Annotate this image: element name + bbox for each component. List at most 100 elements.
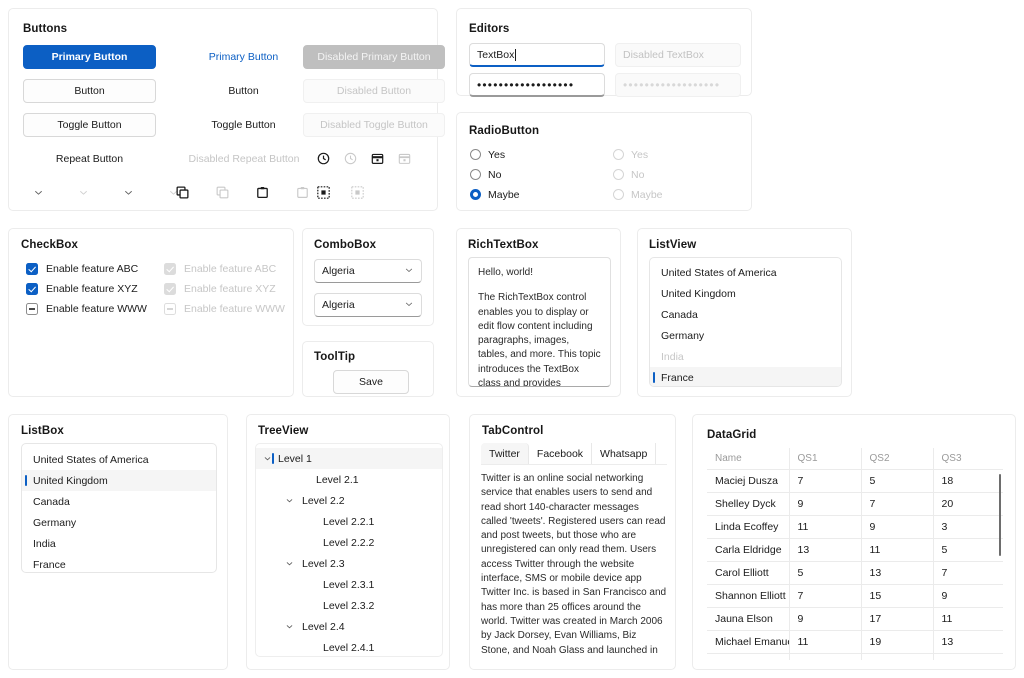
standard-flat-button[interactable]: Button [177,79,310,103]
list-item[interactable]: United States of America [650,262,841,283]
tab-whatsapp[interactable]: Whatsapp [592,443,656,464]
radio-option-no[interactable]: No [470,165,610,184]
list-item-selected[interactable]: France [650,367,841,387]
table-row[interactable]: Maciej Dusza 7 5 18 [707,470,1003,493]
password-input[interactable]: •••••••••••••••••• [469,73,605,97]
paste-icon[interactable] [251,181,273,203]
richtextbox-card: RichTextBox Hello, world! The RichTextBo… [456,228,621,397]
checkbox-abc[interactable]: Enable feature ABC [26,259,147,279]
repeat-button[interactable]: Repeat Button [23,147,156,171]
primary-accent-button[interactable]: Primary Button [177,45,310,69]
listview-surface[interactable]: United States of America United Kingdom … [649,257,842,387]
radio-option-yes[interactable]: Yes [470,145,610,164]
tab-panel-content: Twitter is an online social networking s… [481,472,667,658]
chevron-down-icon [72,181,94,203]
tab-strip: Twitter Facebook Whatsapp [481,443,667,465]
combobox-second[interactable]: Algeria [314,293,422,317]
column-header-qs1[interactable]: QS1 [789,448,861,470]
standard-button[interactable]: Button [23,79,156,103]
listbox-surface[interactable]: United States of America United Kingdom … [21,443,217,573]
radio-option-maybe[interactable]: Maybe [470,185,610,204]
tree-node[interactable]: Level 2.3.2 [256,595,442,616]
chevron-down-icon[interactable] [27,181,49,203]
tree-node[interactable]: Level 2.3 [256,553,442,574]
toggle-flat-button[interactable]: Toggle Button [177,113,310,137]
checkbox-indicator-indeterminate [26,303,38,315]
column-header-qs2[interactable]: QS2 [861,448,933,470]
checkbox-xyz[interactable]: Enable feature XYZ [26,279,147,299]
textbox-input[interactable]: TextBox [469,43,605,67]
chevron-down-icon[interactable] [260,454,274,463]
list-item-label: India [33,538,56,550]
list-item[interactable]: Germany [22,512,216,533]
tab-facebook[interactable]: Facebook [529,443,592,464]
combobox-first[interactable]: Algeria [314,259,422,283]
chevron-down-icon[interactable] [282,622,296,631]
table-row[interactable]: Carla Eldridge 13 11 5 [707,539,1003,562]
table-row[interactable]: Shelley Dyck 9 7 20 [707,493,1003,516]
cell-qs2: 21 [861,654,933,661]
clock-icon [339,147,361,169]
time-icon-button-group [312,147,415,169]
tab-twitter[interactable]: Twitter [481,443,529,464]
table-row[interactable]: Terry Eminhizer 13 21 15 [707,654,1003,661]
radio-indicator [613,169,624,180]
table-row[interactable]: Linda Ecoffey 11 9 3 [707,516,1003,539]
checkbox-group-disabled: Enable feature ABC Enable feature XYZ En… [164,259,285,319]
richtextbox-card-title: RichTextBox [468,239,539,251]
tree-node-label: Level 2.3.2 [323,600,374,612]
primary-button[interactable]: Primary Button [23,45,156,69]
tree-node[interactable]: Level 2.1 [256,469,442,490]
calendar-icon[interactable] [366,147,388,169]
tree-node[interactable]: Level 2.2 [256,490,442,511]
treeview-surface[interactable]: Level 1 Level 2.1 Level 2.2 Level 2.2.1 … [255,443,443,657]
cell-name: Shannon Elliott [707,585,789,608]
table-row[interactable]: Jauna Elson 9 17 11 [707,608,1003,631]
chevron-down-icon[interactable] [282,559,296,568]
table-header-row: Name QS1 QS2 QS3 [707,448,1003,470]
list-item-label: Canada [661,309,698,321]
table-row[interactable]: Shannon Elliott 7 15 9 [707,585,1003,608]
chevron-down-icon[interactable] [117,181,139,203]
checkbox-www[interactable]: Enable feature WWW [26,299,147,319]
tree-node[interactable]: Level 2.4 [256,616,442,637]
checkbox-card: CheckBox Enable feature ABC Enable featu… [8,228,294,397]
list-item[interactable]: France [22,554,216,573]
color-picker-icon[interactable] [312,181,334,203]
tabcontrol-card-title: TabControl [482,425,543,437]
cell-qs1: 7 [789,470,861,493]
list-item[interactable]: United States of America [22,449,216,470]
table-row[interactable]: Michael Emanuel 11 19 13 [707,631,1003,654]
editors-card-title: Editors [469,23,509,35]
datagrid-surface[interactable]: Name QS1 QS2 QS3 Maciej Dusza 7 5 18 She… [707,448,1003,660]
tree-node[interactable]: Level 2.2.1 [256,511,442,532]
toggle-button[interactable]: Toggle Button [23,113,156,137]
richtextbox-input[interactable]: Hello, world! The RichTextBox control en… [468,257,611,387]
cell-qs2: 15 [861,585,933,608]
list-item[interactable]: Canada [22,491,216,512]
list-item[interactable]: Canada [650,304,841,325]
tree-node-label: Level 2.4 [302,621,345,633]
chevron-down-icon[interactable] [282,496,296,505]
radio-indicator [470,169,481,180]
cell-qs2: 9 [861,516,933,539]
column-header-name[interactable]: Name [707,448,789,470]
checkbox-label: Enable feature WWW [46,303,147,315]
list-item[interactable]: Germany [650,325,841,346]
list-item[interactable]: India [22,533,216,554]
tree-node[interactable]: Level 2.4.1 [256,637,442,657]
list-item[interactable]: United Kingdom [650,283,841,304]
paste-icon [291,181,313,203]
save-button[interactable]: Save [333,370,409,394]
datagrid-scrollbar-thumb[interactable] [999,474,1001,556]
radio-indicator [470,149,481,160]
column-header-qs3[interactable]: QS3 [933,448,1003,470]
tree-node-label: Level 2.1 [316,474,359,486]
tree-node[interactable]: Level 2.2.2 [256,532,442,553]
tree-node[interactable]: Level 2.3.1 [256,574,442,595]
table-row[interactable]: Carol Elliott 5 13 7 [707,562,1003,585]
tree-node-selected[interactable]: Level 1 [256,448,442,469]
copy-icon[interactable] [171,181,193,203]
list-item-selected[interactable]: United Kingdom [22,470,216,491]
clock-icon[interactable] [312,147,334,169]
